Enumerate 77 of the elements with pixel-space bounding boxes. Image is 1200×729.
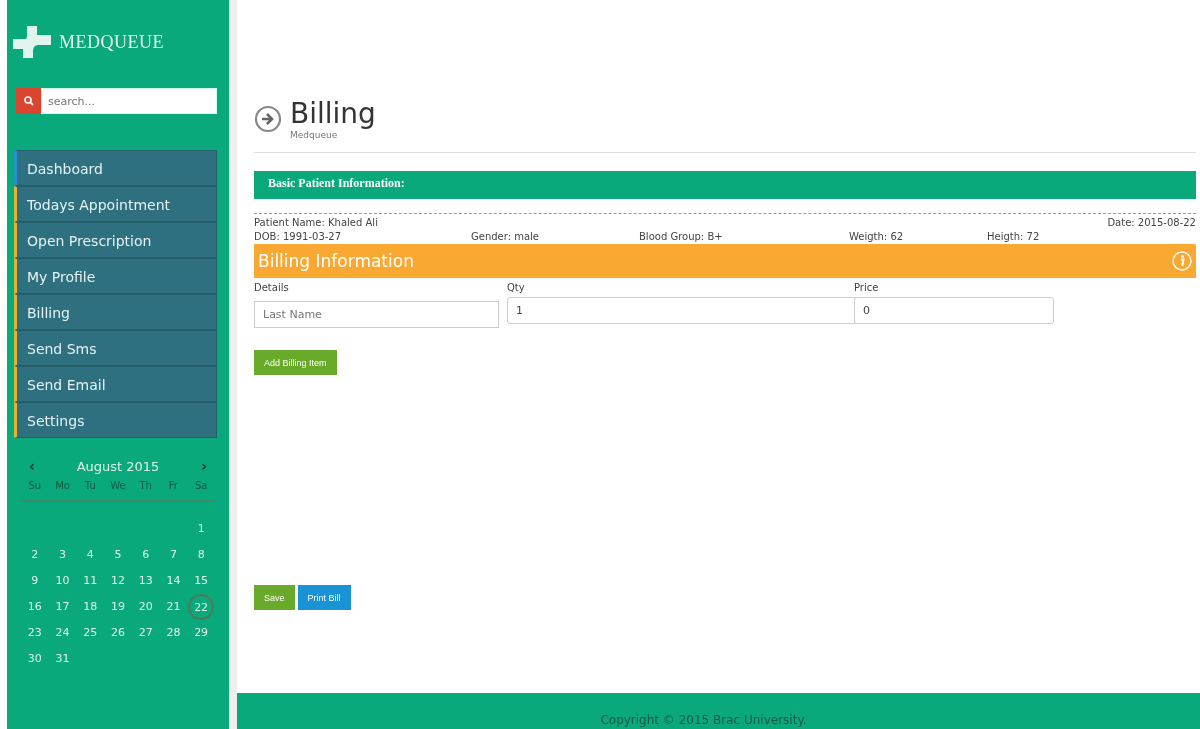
calendar-day[interactable]: 21 [166, 600, 181, 613]
weekday-label: Fr [167, 479, 179, 493]
brand-name: MEDQUEUE [59, 31, 164, 53]
field-label: Price [854, 282, 880, 293]
nav-item[interactable]: Send Email [14, 366, 217, 402]
page-title: Billing [290, 98, 376, 130]
calendar-day[interactable]: 7 [169, 548, 177, 561]
calendar-day[interactable]: 10 [55, 574, 70, 587]
bill-date: Date: 2015-08-22 [1107, 217, 1196, 228]
calendar-day[interactable]: 12 [111, 574, 125, 587]
calendar-day[interactable]: 9 [31, 574, 39, 587]
calendar-day[interactable]: 16 [27, 600, 42, 613]
nav-item[interactable]: My Profile [14, 258, 217, 294]
calendar-day[interactable]: 19 [111, 600, 125, 613]
nav-item[interactable]: Todays Appointment [14, 186, 217, 222]
search-input[interactable]: search... [41, 88, 217, 114]
nav-item[interactable]: Open Prescription [14, 222, 217, 258]
calendar-day[interactable]: 14 [166, 574, 181, 587]
calendar-day[interactable]: 13 [138, 574, 153, 587]
calendar-day[interactable]: 11 [83, 574, 98, 587]
page-subtitle: Medqueue [290, 130, 339, 140]
print-button[interactable]: Print Bill [297, 585, 351, 610]
calendar-day[interactable]: 8 [197, 548, 205, 561]
calendar-day[interactable]: 6 [142, 548, 150, 561]
calendar-day[interactable]: 5 [114, 548, 122, 561]
patient-name: Patient Name: Khaled Ali [254, 217, 378, 228]
calendar-day[interactable]: 3 [59, 548, 67, 561]
calendar-day[interactable]: 23 [27, 626, 42, 639]
weekday-label: Su [27, 479, 43, 493]
prev-month-button[interactable]: ‹ [29, 458, 35, 474]
patient-detail: DOB: 1991-03-27 [254, 231, 343, 242]
input-field[interactable]: Last Name [254, 301, 499, 328]
calendar-day[interactable]: 17 [55, 600, 70, 613]
section-header: Basic Patient Information: [254, 171, 1196, 199]
arrow-right-circle-icon [254, 105, 282, 133]
weekday-label: We [109, 479, 127, 493]
calendar-day[interactable]: 27 [138, 626, 153, 639]
save-button[interactable]: Save [254, 585, 295, 610]
nav-item[interactable]: Dashboard [14, 150, 217, 186]
input-field[interactable]: 0 [854, 297, 1054, 324]
weekday-label: Tu [83, 479, 97, 493]
patient-detail: Weigth: 62 [849, 231, 905, 242]
weekday-label: Mo [54, 479, 71, 493]
calendar-day[interactable]: 18 [83, 600, 98, 613]
patient-detail: Blood Group: B+ [639, 231, 724, 242]
calendar-day[interactable]: 24 [55, 626, 70, 639]
calendar-day[interactable]: 30 [27, 652, 42, 665]
copyright-text: Copyright © 2015 Brac University. [600, 713, 807, 727]
weekday-label: Th [138, 479, 153, 493]
billing-title: Billing Information [258, 251, 414, 271]
calendar-day[interactable]: 2 [31, 548, 39, 561]
calendar-day[interactable]: 20 [138, 600, 153, 613]
field-label: Details [254, 282, 290, 293]
add-item-button[interactable]: Add Billing Item [254, 350, 337, 375]
info-icon [1172, 251, 1192, 271]
nav-item[interactable]: Settings [14, 402, 217, 438]
calendar-day[interactable]: 25 [83, 626, 98, 639]
cross-logo-icon [13, 26, 51, 58]
calendar-day[interactable]: 1 [197, 522, 205, 535]
patient-detail: Gender: male [471, 231, 541, 242]
nav-item[interactable]: Send Sms [14, 330, 217, 366]
calendar-day[interactable]: 4 [86, 548, 94, 561]
field-label: Qty [507, 282, 526, 293]
search-button[interactable] [16, 88, 41, 114]
calendar-day[interactable]: 31 [55, 652, 70, 665]
calendar-day[interactable]: 22 [188, 594, 215, 620]
nav-item[interactable]: Billing [14, 294, 217, 330]
next-month-button[interactable]: › [201, 458, 207, 474]
input-field[interactable]: 1 [507, 297, 857, 324]
calendar-day[interactable]: 29 [194, 626, 209, 639]
patient-detail: Heigth: 72 [987, 231, 1041, 242]
calendar-day[interactable]: 26 [111, 626, 125, 639]
calendar-day[interactable]: 28 [166, 626, 181, 639]
calendar-day[interactable]: 15 [194, 574, 209, 587]
weekday-label: Sa [193, 479, 209, 493]
search-icon [23, 96, 34, 106]
calendar-month: August 2015 [76, 458, 160, 474]
